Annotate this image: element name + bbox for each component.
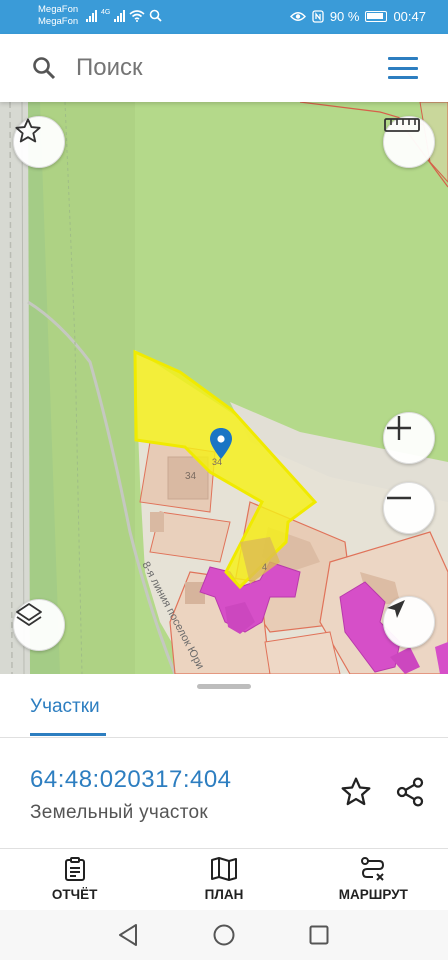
recents-icon[interactable] bbox=[307, 922, 331, 948]
minus-icon bbox=[387, 496, 411, 500]
plan-button[interactable]: ПЛАН bbox=[149, 850, 298, 910]
map[interactable]: 34 4 8-я линия поселок Юри 34 bbox=[0, 102, 448, 674]
search-input[interactable] bbox=[66, 48, 366, 88]
object-type: Земельный участок bbox=[30, 802, 209, 823]
search-bar bbox=[0, 34, 448, 102]
system-nav-bar bbox=[0, 910, 448, 960]
route-label: МАРШРУТ bbox=[338, 887, 408, 902]
zoom-in-button[interactable] bbox=[383, 412, 435, 464]
network-type: 4G bbox=[101, 9, 111, 16]
clock: 00:47 bbox=[393, 9, 426, 24]
my-location-button[interactable] bbox=[383, 596, 435, 648]
svg-text:34: 34 bbox=[212, 457, 222, 467]
layers-button[interactable] bbox=[13, 599, 65, 651]
carrier-1: MegaFon bbox=[38, 4, 79, 15]
layers-icon bbox=[16, 603, 42, 626]
add-favorite-button[interactable] bbox=[340, 776, 372, 813]
favorite-map-button[interactable] bbox=[13, 116, 65, 168]
tab-indicator bbox=[30, 733, 106, 736]
back-icon[interactable] bbox=[116, 922, 140, 948]
wifi-icon bbox=[129, 10, 145, 22]
star-outline-icon bbox=[341, 777, 371, 806]
report-icon bbox=[64, 857, 85, 881]
share-icon bbox=[396, 777, 424, 807]
nfc-icon bbox=[312, 10, 324, 23]
plus-icon bbox=[387, 416, 411, 440]
action-bar: ОТЧЁТ ПЛАН МАРШРУТ bbox=[0, 850, 448, 910]
signal-2-icon bbox=[114, 10, 126, 22]
home-icon[interactable] bbox=[212, 922, 236, 948]
share-button[interactable] bbox=[394, 776, 426, 813]
house-number-label: 34 bbox=[185, 471, 197, 482]
ruler-button[interactable] bbox=[383, 116, 435, 168]
signal-1-icon bbox=[86, 10, 97, 22]
route-icon bbox=[361, 857, 385, 881]
plan-label: ПЛАН bbox=[204, 887, 244, 902]
route-button[interactable]: МАРШРУТ bbox=[299, 850, 448, 910]
menu-icon[interactable] bbox=[388, 57, 418, 79]
sheet-drag-handle[interactable] bbox=[197, 684, 251, 689]
status-right: 90 % 00:47 bbox=[289, 9, 426, 24]
map-icon bbox=[210, 857, 237, 881]
star-outline-icon bbox=[15, 118, 41, 143]
tab-plots[interactable]: Участки bbox=[30, 696, 100, 718]
divider bbox=[0, 848, 448, 849]
search-icon[interactable] bbox=[32, 56, 56, 80]
cadastral-number[interactable]: 64:48:020317:404 bbox=[30, 766, 232, 794]
ruler-icon bbox=[384, 118, 420, 132]
signal-icons: 4G bbox=[86, 9, 162, 22]
carriers: MegaFon MegaFon bbox=[38, 4, 78, 28]
bottom-sheet: Участки 64:48:020317:404 Земельный участ… bbox=[0, 674, 448, 910]
search-status-icon bbox=[150, 9, 162, 22]
report-label: ОТЧЁТ bbox=[51, 887, 98, 902]
eye-icon bbox=[289, 12, 306, 21]
report-button[interactable]: ОТЧЁТ bbox=[0, 850, 149, 910]
battery-percent: 90 % bbox=[329, 9, 360, 24]
map-canvas[interactable]: 34 4 8-я линия поселок Юри 34 bbox=[0, 102, 448, 674]
status-bar: MegaFon MegaFon 4G 90 % 00:47 bbox=[0, 0, 448, 34]
plot-number-label: 4 bbox=[262, 562, 267, 572]
battery-icon bbox=[365, 11, 388, 22]
divider bbox=[0, 737, 448, 738]
carrier-2: MegaFon bbox=[38, 16, 79, 27]
zoom-out-button[interactable] bbox=[383, 482, 435, 534]
navigation-arrow-icon bbox=[387, 600, 405, 618]
